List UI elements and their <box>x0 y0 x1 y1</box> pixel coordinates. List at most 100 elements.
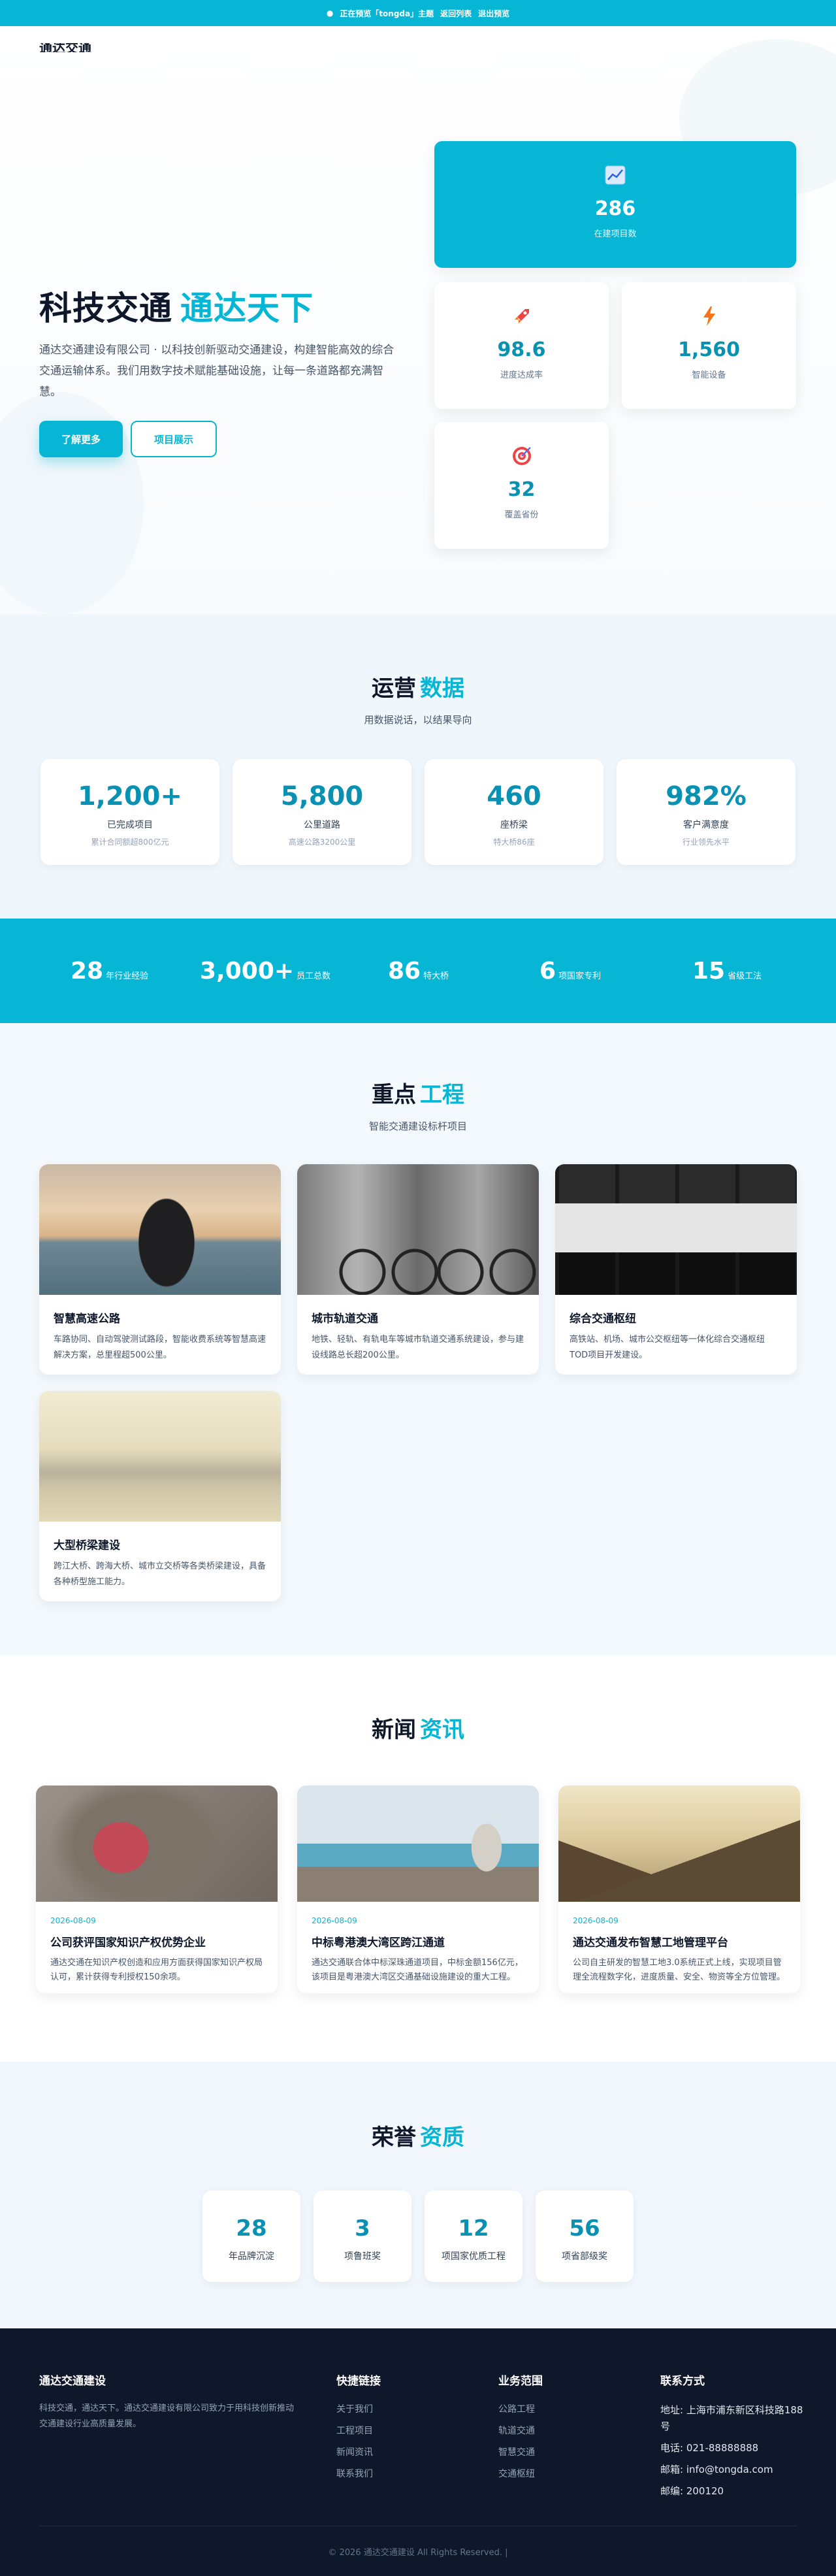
site-logo[interactable]: 通达交通 <box>39 43 91 52</box>
footer-links: 快捷链接 关于我们 工程项目 新闻资讯 联系我们 <box>336 2372 381 2488</box>
ops-subtext: 高速公路3200公里 <box>288 838 356 847</box>
footer-biz-item[interactable]: 轨道交通 <box>498 2424 543 2437</box>
title-main: 重点 <box>372 1082 416 1108</box>
footer-about-text: 科技交通，通达天下。通达交通建设有限公司致力于用科技创新推动交通建设行业高质量发… <box>39 2404 295 2429</box>
band-value: 28 <box>71 957 104 985</box>
honor-value: 12 <box>458 2215 489 2242</box>
honor-value: 28 <box>236 2215 267 2242</box>
band-label: 省级工法 <box>728 971 762 981</box>
band-label: 项国家专利 <box>558 971 602 981</box>
stat-card-provinces: 32 覆盖省份 <box>434 422 609 549</box>
band-label: 特大桥 <box>423 971 449 981</box>
news-card[interactable]: 2026-08-09 中标粤港澳大湾区跨江通道 通达交通联合体中标深珠通道项目，… <box>297 1785 539 1993</box>
section-title: 运营 数据 <box>0 670 836 702</box>
title-main: 荣誉 <box>372 2125 416 2151</box>
stat-card-projects: 286 在建项目数 <box>434 141 796 268</box>
footer-phone: 电话: 021-88888888 <box>660 2442 759 2454</box>
ops-title: 座桥梁 <box>500 820 528 830</box>
footer-link-news[interactable]: 新闻资讯 <box>336 2445 381 2458</box>
stat-card-devices: 1,560 智能设备 <box>622 282 796 409</box>
stat-value: 32 <box>507 478 536 501</box>
project-desc: 跨江大桥、跨海大桥、城市立交桥等各类桥梁建设，具备各种桥型施工能力。 <box>54 1561 266 1587</box>
stat-label: 在建项目数 <box>594 229 637 239</box>
footer-business: 业务范围 公路工程 轨道交通 智慧交通 交通枢纽 <box>498 2372 543 2488</box>
ops-card: 460 座桥梁 特大桥86座 <box>425 759 603 865</box>
band-value: 86 <box>388 957 421 985</box>
project-desc: 高铁站、机场、城市公交枢纽等一体化综合交通枢纽TOD项目开发建设。 <box>570 1335 765 1360</box>
project-card[interactable]: 综合交通枢纽 高铁站、机场、城市公交枢纽等一体化综合交通枢纽TOD项目开发建设。 <box>555 1164 797 1375</box>
project-title: 综合交通枢纽 <box>570 1312 636 1326</box>
stat-value: 1,560 <box>678 338 740 361</box>
projects-button[interactable]: 项目展示 <box>131 421 217 457</box>
project-title: 智慧高速公路 <box>54 1312 120 1326</box>
hero-title-accent: 通达天下 <box>180 289 314 327</box>
site-footer: 通达交通建设 科技交通，通达天下。通达交通建设有限公司致力于用科技创新推动交通建… <box>0 2328 836 2576</box>
section-subtitle: 智能交通建设标杆项目 <box>368 1120 467 1132</box>
news-title: 公司获评国家知识产权优势企业 <box>50 1936 206 1949</box>
project-card[interactable]: 大型桥梁建设 跨江大桥、跨海大桥、城市立交桥等各类桥梁建设，具备各种桥型施工能力… <box>39 1391 281 1601</box>
preview-bar: ● 正在预览「tongda」主题 返回列表 退出预览 <box>0 0 836 35</box>
footer-contact-title: 联系方式 <box>660 2375 705 2388</box>
project-title: 大型桥梁建设 <box>54 1539 120 1552</box>
footer-contact: 联系方式 地址: 上海市浦东新区科技路188号 电话: 021-88888888… <box>660 2372 804 2505</box>
learn-more-button[interactable]: 了解更多 <box>39 421 123 457</box>
footer-link-contact[interactable]: 联系我们 <box>336 2467 381 2480</box>
ops-title: 已完成项目 <box>107 820 153 830</box>
preview-dot-icon: ● <box>326 8 334 18</box>
footer-biz-item[interactable]: 公路工程 <box>498 2402 543 2415</box>
band-value: 3,000+ <box>200 957 295 985</box>
footer-email: 邮箱: info@tongda.com <box>660 2464 773 2475</box>
title-accent: 数据 <box>420 676 464 702</box>
footer-address: 地址: 上海市浦东新区科技路188号 <box>660 2404 803 2432</box>
honor-value: 3 <box>355 2215 370 2242</box>
hero-section: 通达交通 科技交通 通达天下 通达交通建设有限公司 · 以科技创新驱动交通建设，构… <box>0 26 836 614</box>
band-item: 6 项国家专利 <box>539 958 601 985</box>
news-card[interactable]: 2026-08-09 公司获评国家知识产权优势企业 通达交通在知识产权创造和应用… <box>36 1785 278 1993</box>
ops-subtext: 累计合同额超800亿元 <box>91 838 169 847</box>
ops-subtext: 行业领先水平 <box>682 838 730 847</box>
stat-label: 覆盖省份 <box>504 510 539 520</box>
stat-label: 智能设备 <box>692 370 726 380</box>
section-title: 新闻 资讯 <box>0 1712 836 1744</box>
title-accent: 工程 <box>420 1082 464 1108</box>
project-title: 城市轨道交通 <box>312 1312 378 1326</box>
bolt-icon <box>698 304 721 328</box>
footer-link-about[interactable]: 关于我们 <box>336 2402 381 2415</box>
stat-card-progress: 98.6 进度达成率 <box>434 282 609 409</box>
news-title: 中标粤港澳大湾区跨江通道 <box>312 1936 445 1949</box>
footer-link-projects[interactable]: 工程项目 <box>336 2424 381 2437</box>
footer-biz-item[interactable]: 智慧交通 <box>498 2445 543 2458</box>
project-card[interactable]: 智慧高速公路 车路协同、自动驾驶测试路段，智能收费系统等智慧高速解决方案，总里程… <box>39 1164 281 1375</box>
section-title: 重点 工程 <box>0 1077 836 1109</box>
exit-preview-link[interactable]: 退出预览 <box>478 8 509 19</box>
honor-label: 项省部级奖 <box>562 2251 607 2262</box>
rocket-icon <box>510 304 534 328</box>
projects-section: 重点 工程 智能交通建设标杆项目 智慧高速公路 车路协同、自动驾驶测试路段，智能收… <box>0 1023 836 1655</box>
news-image-monkey <box>36 1785 278 1902</box>
ops-card: 5,800 公里道路 高速公路3200公里 <box>233 759 411 865</box>
stat-label: 进度达成率 <box>500 370 543 380</box>
hero-content: 科技交通 通达天下 通达交通建设有限公司 · 以科技创新驱动交通建设，构建智能高效… <box>39 282 405 457</box>
news-title: 通达交通发布智慧工地管理平台 <box>573 1936 728 1949</box>
footer-links-title: 快捷链接 <box>336 2375 381 2388</box>
footer-about: 通达交通建设 科技交通，通达天下。通达交通建设有限公司致力于用科技创新推动交通建… <box>39 2372 300 2432</box>
band-item: 28 年行业经验 <box>71 958 148 985</box>
news-image-hiker <box>558 1785 800 1902</box>
ops-title: 公里道路 <box>304 820 340 830</box>
band-value: 6 <box>539 957 556 985</box>
stat-value: 98.6 <box>497 338 546 361</box>
hero-description: 通达交通建设有限公司 · 以科技创新驱动交通建设，构建智能高效的综合交通运输体系… <box>39 344 394 399</box>
ops-value: 1,200+ <box>77 781 183 811</box>
news-date: 2026-08-09 <box>50 1916 96 1925</box>
honor-label: 项国家优质工程 <box>442 2251 506 2262</box>
ops-title: 客户满意度 <box>683 820 729 830</box>
news-section: 新闻 资讯 2026-08-09 公司获评国家知识产权优势企业 通达交通在知识产权… <box>0 1655 836 2062</box>
chart-icon <box>603 163 627 187</box>
band-value: 15 <box>692 957 726 985</box>
back-to-list-link[interactable]: 返回列表 <box>440 8 472 19</box>
ops-card: 1,200+ 已完成项目 累计合同额超800亿元 <box>40 759 219 865</box>
footer-biz-item[interactable]: 交通枢纽 <box>498 2467 543 2480</box>
project-card[interactable]: 城市轨道交通 地铁、轻轨、有轨电车等城市轨道交通系统建设，参与建设线路总长超20… <box>297 1164 539 1375</box>
footer-zip: 邮编: 200120 <box>660 2485 724 2497</box>
news-card[interactable]: 2026-08-09 通达交通发布智慧工地管理平台 公司自主研发的智慧工地3.0… <box>558 1785 800 1993</box>
